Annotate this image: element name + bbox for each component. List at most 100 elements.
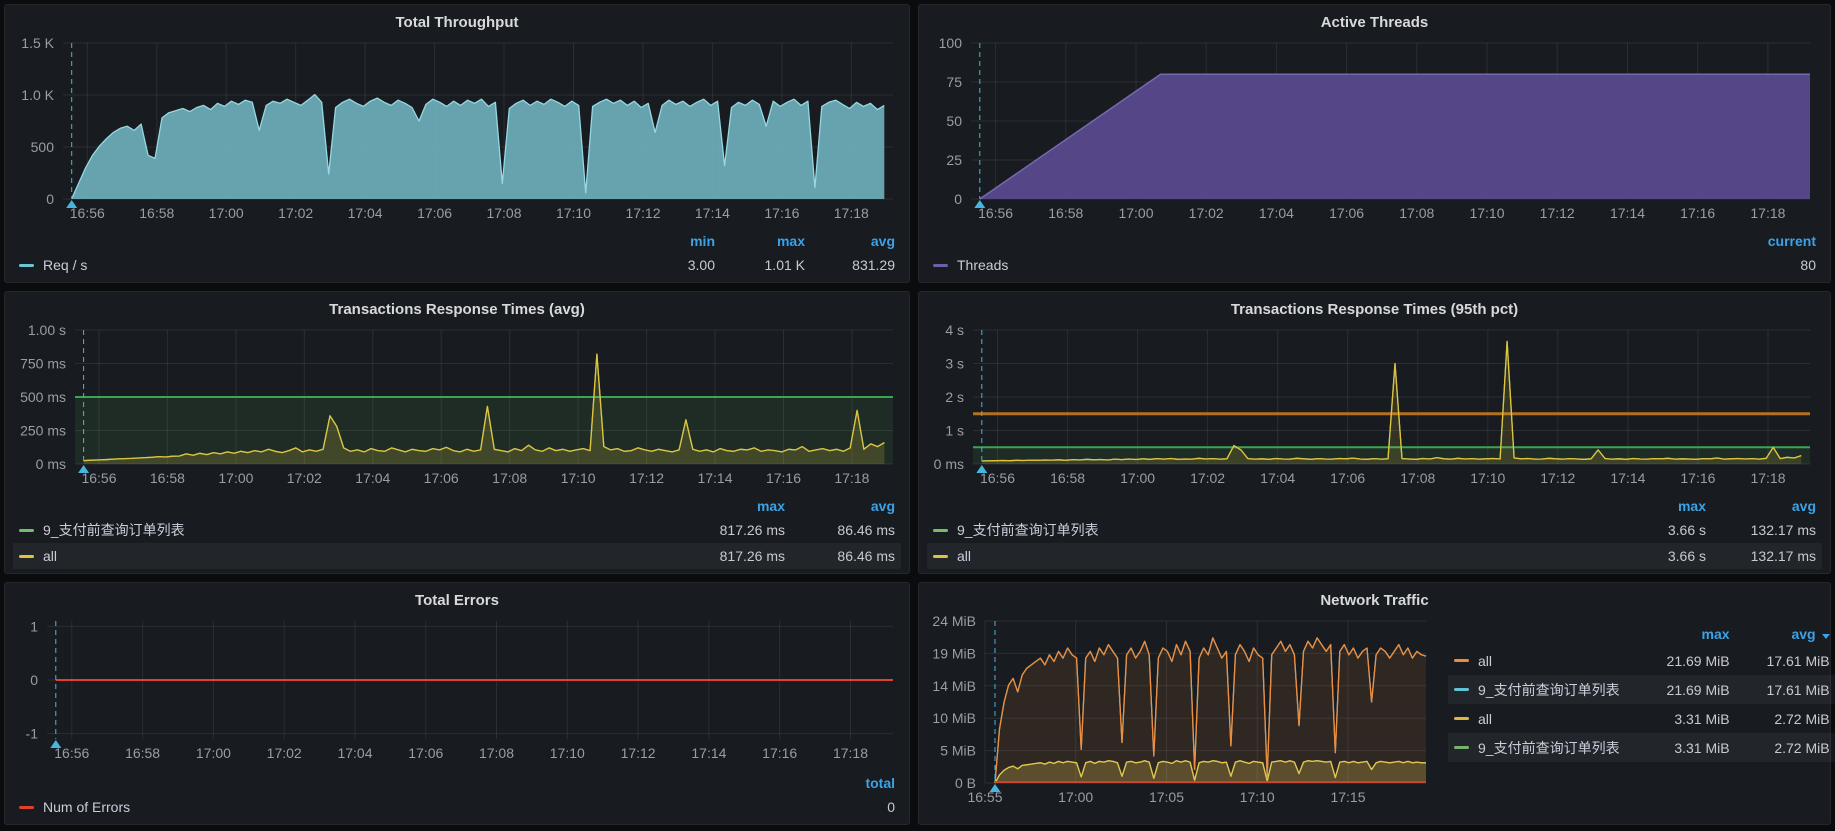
legend-series-label[interactable]: all [1478, 711, 1492, 727]
series-color-icon[interactable] [1454, 746, 1469, 749]
legend-series-label[interactable]: Threads [957, 257, 1008, 273]
svg-text:17:10: 17:10 [1240, 789, 1275, 805]
legend-stat-value: 21.69 MiB [1630, 682, 1730, 698]
legend-series-label[interactable]: 9_支付前查询订单列表 [957, 520, 1099, 540]
legend-total-throughput: minmaxavgReq / s3.001.01 K831.29 [13, 229, 901, 278]
panel-title-active-threads[interactable]: Active Threads [927, 11, 1822, 35]
legend-series-label[interactable]: 9_支付前查询订单列表 [43, 520, 185, 540]
svg-text:17:14: 17:14 [1610, 470, 1645, 486]
legend-row: Num of Errors0 [13, 794, 901, 820]
legend-row: 9_支付前查询订单列表817.26 ms86.46 ms [13, 517, 901, 543]
legend-stat-value: 86.46 ms [785, 548, 895, 564]
series-color-icon[interactable] [1454, 688, 1469, 691]
legend-stat-value: 17.61 MiB [1730, 653, 1830, 669]
panel-total-throughput: Total Throughput 16:5616:5817:0017:0217:… [4, 4, 910, 283]
legend-series-label[interactable]: 9_支付前查询订单列表 [1478, 680, 1620, 700]
legend-series-label[interactable]: all [43, 548, 57, 564]
total-errors-chart[interactable]: 16:5616:5817:0017:0217:0417:0617:0817:10… [13, 613, 903, 765]
svg-text:17:08: 17:08 [486, 205, 521, 221]
annotation-marker[interactable] [990, 784, 1001, 792]
annotation-marker[interactable] [78, 465, 89, 473]
response-times-95pct-chart[interactable]: 16:5616:5817:0017:0217:0417:0617:0817:10… [927, 322, 1824, 490]
series-fill-tx_all [995, 761, 1426, 783]
panel-title-total-errors[interactable]: Total Errors [13, 589, 901, 613]
svg-text:17:10: 17:10 [1469, 205, 1504, 221]
panel-title-response-times-avg[interactable]: Transactions Response Times (avg) [13, 298, 901, 322]
legend-sort-avg[interactable]: avg [805, 233, 895, 249]
series-color-icon[interactable] [19, 806, 34, 809]
annotation-marker[interactable] [66, 200, 77, 208]
svg-text:250 ms: 250 ms [20, 423, 66, 439]
legend-sort-avg[interactable]: avg [785, 498, 895, 514]
legend-total-errors: total Num of Errors0 [13, 771, 901, 820]
annotation-marker[interactable] [50, 740, 61, 748]
response-times-avg-chart[interactable]: 16:5616:5817:0017:0217:0417:0617:0817:10… [13, 322, 903, 490]
series-color-icon[interactable] [1454, 659, 1469, 662]
legend-header: minmaxavg [13, 229, 901, 252]
svg-text:17:04: 17:04 [1260, 470, 1295, 486]
legend-sort-avg[interactable]: avg [1706, 498, 1816, 514]
svg-text:17:00: 17:00 [196, 745, 231, 761]
legend-series-label[interactable]: all [957, 548, 971, 564]
svg-text:16:58: 16:58 [150, 470, 185, 486]
panel-title-response-times-95pct[interactable]: Transactions Response Times (95th pct) [927, 298, 1822, 322]
legend-series-label[interactable]: 9_支付前查询订单列表 [1478, 738, 1620, 758]
svg-text:1.0 K: 1.0 K [21, 87, 54, 103]
svg-text:17:18: 17:18 [834, 470, 869, 486]
svg-text:17:00: 17:00 [1118, 205, 1153, 221]
annotation-marker[interactable] [974, 200, 985, 208]
svg-text:1.00 s: 1.00 s [28, 322, 66, 338]
legend-sort-avg[interactable]: avg [1730, 626, 1830, 642]
legend-stat-value: 17.61 MiB [1730, 682, 1830, 698]
series-color-icon[interactable] [933, 264, 948, 267]
svg-text:100: 100 [939, 35, 963, 51]
legend-sort-current[interactable]: current [1726, 233, 1816, 249]
chevron-down-icon [1822, 634, 1830, 639]
legend-row: 9_支付前查询订单列表 21.69 MiB17.61 MiB [1448, 675, 1835, 704]
annotation-marker[interactable] [976, 465, 987, 473]
legend-series-label[interactable]: all [1478, 653, 1492, 669]
series-color-icon[interactable] [19, 264, 34, 267]
panel-title-total-throughput[interactable]: Total Throughput [13, 11, 901, 35]
legend-row: 9_支付前查询订单列表3.31 MiB2.72 MiB [1448, 733, 1835, 762]
svg-text:17:06: 17:06 [408, 745, 443, 761]
legend-sort-total[interactable]: total [805, 775, 895, 791]
legend-header: maxavg [1448, 621, 1835, 646]
legend-sort-min[interactable]: min [625, 233, 715, 249]
svg-text:75: 75 [946, 74, 962, 90]
network-traffic-chart[interactable]: 16:5517:0017:0517:1017:150 B5 MiB10 MiB1… [927, 613, 1432, 809]
active-threads-chart[interactable]: 16:5616:5817:0017:0217:0417:0617:0817:10… [927, 35, 1824, 225]
legend-sort-max[interactable]: max [715, 233, 805, 249]
svg-text:17:05: 17:05 [1149, 789, 1184, 805]
legend-stat-value: 80 [1726, 257, 1816, 273]
svg-text:17:00: 17:00 [1120, 470, 1155, 486]
svg-text:16:58: 16:58 [1048, 205, 1083, 221]
svg-text:17:04: 17:04 [348, 205, 383, 221]
total-throughput-chart[interactable]: 16:5616:5817:0017:0217:0417:0617:0817:10… [13, 35, 903, 225]
legend-series-label[interactable]: Req / s [43, 257, 87, 273]
legend-stat-value: 817.26 ms [675, 548, 785, 564]
series-fill-threads [980, 74, 1810, 199]
svg-text:17:10: 17:10 [550, 745, 585, 761]
svg-text:14 MiB: 14 MiB [932, 678, 976, 694]
panel-title-network-traffic[interactable]: Network Traffic [927, 589, 1822, 613]
panel-total-errors: Total Errors 16:5616:5817:0017:0217:0417… [4, 582, 910, 825]
legend-sort-max[interactable]: max [1630, 626, 1730, 642]
series-color-icon[interactable] [1454, 717, 1469, 720]
svg-text:17:16: 17:16 [762, 745, 797, 761]
legend-sort-max[interactable]: max [675, 498, 785, 514]
series-color-icon[interactable] [933, 555, 948, 558]
svg-text:16:58: 16:58 [139, 205, 174, 221]
legend-row: Req / s3.001.01 K831.29 [13, 252, 901, 278]
svg-text:17:10: 17:10 [561, 470, 596, 486]
legend-series-label[interactable]: Num of Errors [43, 799, 130, 815]
series-color-icon[interactable] [933, 529, 948, 532]
legend-sort-max[interactable]: max [1596, 498, 1706, 514]
svg-text:17:16: 17:16 [766, 470, 801, 486]
svg-text:17:06: 17:06 [424, 470, 459, 486]
svg-text:17:15: 17:15 [1330, 789, 1365, 805]
series-color-icon[interactable] [19, 529, 34, 532]
series-color-icon[interactable] [19, 555, 34, 558]
legend-stat-value: 2.72 MiB [1730, 711, 1830, 727]
svg-text:1 s: 1 s [945, 423, 964, 439]
